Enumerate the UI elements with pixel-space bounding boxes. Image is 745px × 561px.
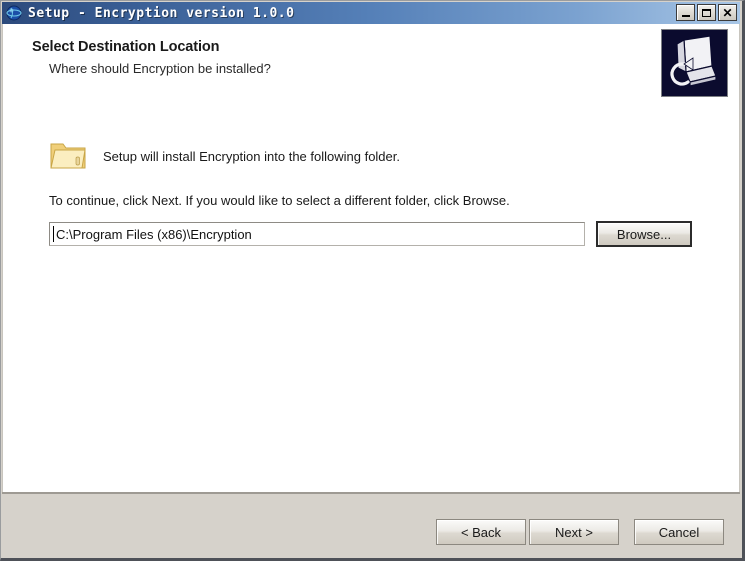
close-button[interactable]: ✕: [718, 4, 737, 21]
titlebar[interactable]: Setup - Encryption version 1.0.0 ✕: [2, 2, 740, 24]
minimize-button[interactable]: [676, 4, 695, 21]
close-icon: ✕: [722, 5, 733, 20]
destination-computer-icon: [661, 29, 728, 97]
back-button[interactable]: < Back: [436, 519, 526, 545]
window-controls: ✕: [676, 4, 737, 21]
folder-icon: [49, 137, 89, 173]
page-subtitle: Where should Encryption be installed?: [49, 61, 271, 76]
wizard-page: Select Destination Location Where should…: [2, 24, 740, 509]
page-title: Select Destination Location: [32, 39, 220, 55]
setup-wizard-window: Setup - Encryption version 1.0.0 ✕ Selec…: [0, 0, 745, 561]
continue-instruction-text: To continue, click Next. If you would li…: [49, 193, 510, 208]
next-button[interactable]: Next >: [529, 519, 619, 545]
browse-button[interactable]: Browse...: [596, 221, 692, 247]
window-title: Setup - Encryption version 1.0.0: [28, 5, 295, 21]
maximize-button[interactable]: [697, 4, 716, 21]
maximize-icon: [702, 8, 711, 17]
globe-icon: [6, 5, 22, 21]
wizard-footer: < Back Next > Cancel: [2, 492, 740, 558]
destination-path-input[interactable]: [49, 222, 585, 246]
install-folder-text: Setup will install Encryption into the f…: [103, 149, 400, 164]
minimize-icon: [681, 14, 690, 17]
cancel-button[interactable]: Cancel: [634, 519, 724, 545]
text-caret: [53, 226, 54, 242]
